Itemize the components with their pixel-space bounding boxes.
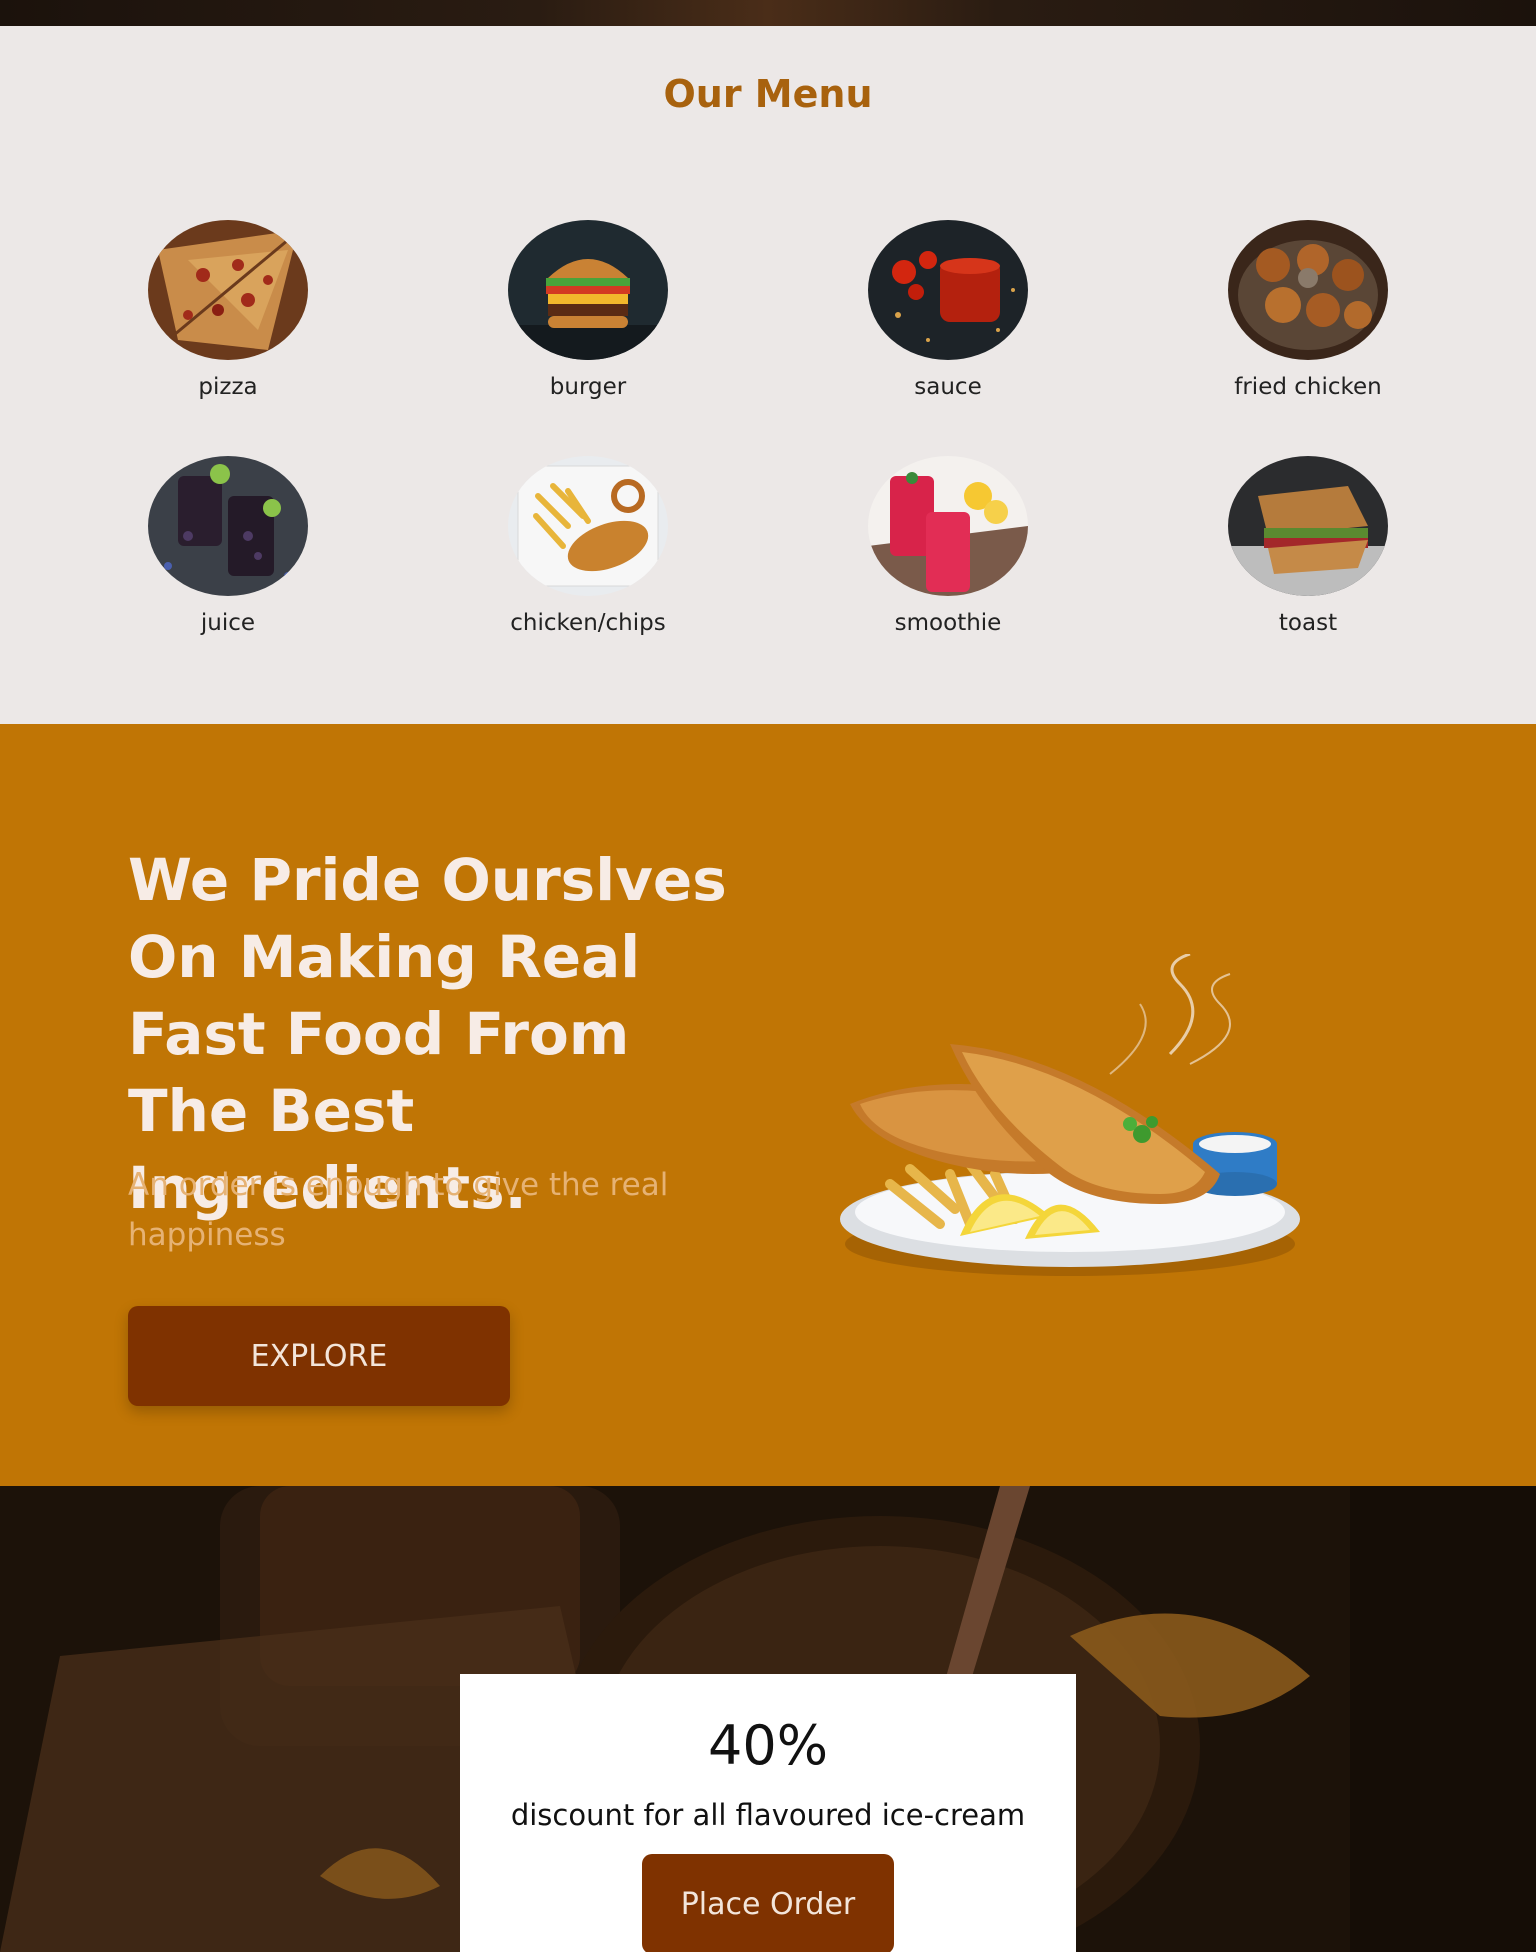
menu-grid: pizza burger sauce fried chicken juice c… (0, 220, 1536, 660)
smoothie-image (868, 456, 1028, 596)
menu-item-label: toast (1278, 610, 1338, 636)
explore-button[interactable]: EXPLORE (128, 1306, 510, 1406)
sauce-image (868, 220, 1028, 360)
menu-item-chicken-chips[interactable]: chicken/chips (438, 456, 738, 636)
menu-item-juice[interactable]: juice (78, 456, 378, 636)
chicken-chips-image (508, 456, 668, 596)
menu-item-fried-chicken[interactable]: fried chicken (1158, 220, 1458, 400)
discount-description: discount for all flavoured ice-cream (510, 1798, 1026, 1832)
menu-item-label: juice (200, 610, 256, 636)
place-order-button[interactable]: Place Order (642, 1854, 894, 1952)
promo-section: We Pride Ourslves On Making Real Fast Fo… (0, 724, 1536, 1486)
fried-chicken-image (1228, 220, 1388, 360)
menu-item-label: pizza (198, 374, 258, 400)
menu-title: Our Menu (663, 72, 873, 116)
menu-item-pizza[interactable]: pizza (78, 220, 378, 400)
promo-subtext: An order is enough to give the real happ… (128, 1167, 669, 1253)
menu-item-label: burger (549, 374, 627, 400)
discount-section: 40% discount for all flavoured ice-cream… (0, 1486, 1536, 1952)
offer-card: 40% discount for all flavoured ice-cream… (460, 1674, 1076, 1952)
menu-item-smoothie[interactable]: smoothie (798, 456, 1098, 636)
menu-item-label: fried chicken (1234, 374, 1382, 400)
menu-item-label: smoothie (894, 610, 1002, 636)
pizza-image (148, 220, 308, 360)
juice-image (148, 456, 308, 596)
menu-item-label: chicken/chips (510, 610, 666, 636)
menu-item-toast[interactable]: toast (1158, 456, 1458, 636)
discount-percent: 40% (707, 1714, 829, 1777)
menu-item-burger[interactable]: burger (438, 220, 738, 400)
toast-image (1228, 456, 1388, 596)
menu-section: Our Menu pizza burger sauce fried chicke… (0, 26, 1536, 724)
burger-image (508, 220, 668, 360)
hero-bottom-edge (0, 0, 1536, 26)
fish-and-chips-image (830, 952, 1320, 1294)
menu-item-label: sauce (914, 374, 982, 400)
menu-item-sauce[interactable]: sauce (798, 220, 1098, 400)
